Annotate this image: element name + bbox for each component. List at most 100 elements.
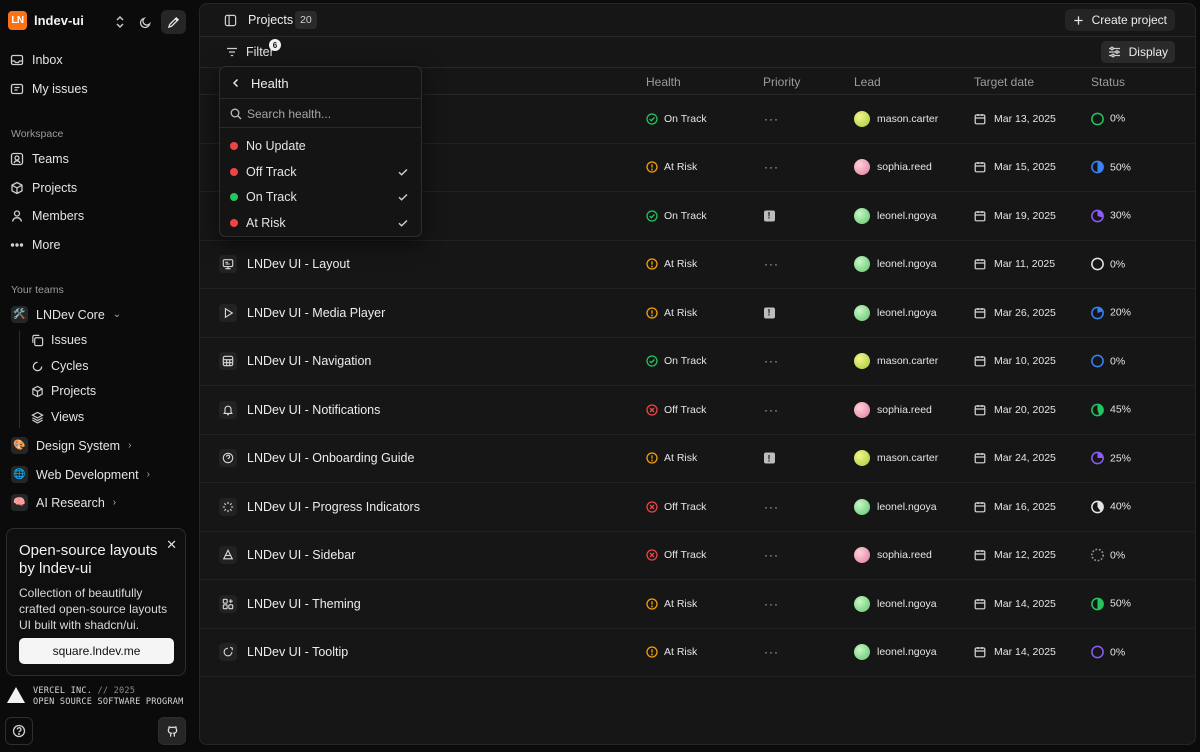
target-date-cell[interactable]: Mar 20, 2025	[974, 404, 1056, 416]
team-design-system[interactable]: 🎨 Design System ›	[11, 437, 131, 454]
health-cell[interactable]: At Risk	[646, 452, 697, 464]
project-name-cell[interactable]: LNDev UI - Media Player	[219, 303, 385, 322]
lead-cell[interactable]: leonel.ngoya	[854, 595, 937, 612]
team-sub-views[interactable]: Views	[31, 410, 84, 424]
health-search-input[interactable]	[247, 105, 407, 122]
target-date-cell[interactable]: Mar 13, 2025	[974, 113, 1056, 125]
lead-cell[interactable]: sophia.reed	[854, 401, 932, 418]
priority-cell[interactable]: !	[764, 452, 775, 464]
team-ai-research[interactable]: 🧠 AI Research ›	[11, 494, 116, 511]
health-cell[interactable]: Off Track	[646, 501, 706, 513]
priority-cell[interactable]: ···	[764, 354, 779, 368]
priority-cell[interactable]: ···	[764, 645, 779, 659]
status-cell[interactable]: 50%	[1091, 597, 1131, 611]
lead-cell[interactable]: leonel.ngoya	[854, 256, 937, 273]
priority-cell[interactable]: !	[764, 307, 775, 319]
lead-cell[interactable]: mason.carter	[854, 353, 938, 370]
priority-cell[interactable]: ···	[764, 160, 779, 174]
display-button[interactable]: Display	[1100, 41, 1175, 63]
team-web-development[interactable]: 🌐 Web Development ›	[11, 466, 150, 483]
status-cell[interactable]: 0%	[1091, 354, 1125, 368]
help-button[interactable]	[5, 717, 33, 745]
status-cell[interactable]: 40%	[1091, 500, 1131, 514]
project-name-cell[interactable]: LNDev UI - Notifications	[219, 400, 380, 419]
lead-cell[interactable]: leonel.ngoya	[854, 304, 937, 321]
sidebar-item-members[interactable]: Members	[10, 209, 84, 223]
status-cell[interactable]: 0%	[1091, 645, 1125, 659]
project-name-cell[interactable]: LNDev UI - Tooltip	[219, 643, 348, 662]
lead-cell[interactable]: sophia.reed	[854, 547, 932, 564]
sidebar-item-teams[interactable]: Teams	[10, 152, 69, 166]
table-row[interactable]: LNDev UI - Progress Indicators Off Track…	[200, 483, 1195, 532]
health-option[interactable]: Off Track	[224, 160, 419, 184]
target-date-cell[interactable]: Mar 10, 2025	[974, 355, 1056, 367]
status-cell[interactable]: 50%	[1091, 160, 1131, 174]
health-cell[interactable]: At Risk	[646, 161, 697, 173]
nav-my-issues[interactable]: My issues	[10, 82, 88, 96]
lead-cell[interactable]: mason.carter	[854, 450, 938, 467]
project-name-cell[interactable]: LNDev UI - Navigation	[219, 352, 371, 371]
table-row[interactable]: LNDev UI - Notifications Off Track ··· s…	[200, 386, 1195, 435]
status-cell[interactable]: 0%	[1091, 112, 1125, 126]
status-cell[interactable]: 45%	[1091, 403, 1131, 417]
target-date-cell[interactable]: Mar 26, 2025	[974, 307, 1056, 319]
priority-cell[interactable]: ···	[764, 112, 779, 126]
table-row[interactable]: LNDev UI - Sidebar Off Track ··· sophia.…	[200, 532, 1195, 580]
sidebar-item-projects[interactable]: Projects	[10, 181, 77, 195]
column-header-health[interactable]: Health	[646, 75, 681, 89]
lead-cell[interactable]: mason.carter	[854, 110, 938, 127]
column-header-target-date[interactable]: Target date	[974, 75, 1034, 89]
target-date-cell[interactable]: Mar 24, 2025	[974, 452, 1056, 464]
target-date-cell[interactable]: Mar 14, 2025	[974, 598, 1056, 610]
project-name-cell[interactable]: LNDev UI - Layout	[219, 255, 350, 274]
priority-cell[interactable]: ···	[764, 403, 779, 417]
project-name-cell[interactable]: LNDev UI - Onboarding Guide	[219, 449, 414, 468]
health-cell[interactable]: On Track	[646, 355, 707, 367]
priority-cell[interactable]: ···	[764, 548, 779, 562]
close-icon[interactable]: ✕	[166, 537, 177, 553]
health-cell[interactable]: Off Track	[646, 549, 706, 561]
health-cell[interactable]: At Risk	[646, 258, 697, 270]
status-cell[interactable]: 25%	[1091, 451, 1131, 465]
team-sub-projects[interactable]: Projects	[31, 384, 96, 398]
lead-cell[interactable]: leonel.ngoya	[854, 644, 937, 661]
health-cell[interactable]: Off Track	[646, 404, 706, 416]
health-cell[interactable]: On Track	[646, 210, 707, 222]
workspace-switcher[interactable]: LN lndev-ui	[8, 11, 84, 30]
project-name-cell[interactable]: LNDev UI - Theming	[219, 594, 361, 613]
sidebar-item-more[interactable]: More	[10, 238, 60, 252]
target-date-cell[interactable]: Mar 12, 2025	[974, 549, 1056, 561]
chevrons-updown-icon[interactable]	[112, 14, 128, 30]
table-row[interactable]: LNDev UI - Onboarding Guide At Risk ! ma…	[200, 435, 1195, 483]
column-header-lead[interactable]: Lead	[854, 75, 881, 89]
team-sub-issues[interactable]: Issues	[31, 333, 87, 347]
priority-cell[interactable]: ···	[764, 500, 779, 514]
table-row[interactable]: LNDev UI - Tooltip At Risk ··· leonel.ng…	[200, 629, 1195, 677]
health-cell[interactable]: At Risk	[646, 307, 697, 319]
project-name-cell[interactable]: LNDev UI - Sidebar	[219, 546, 355, 565]
target-date-cell[interactable]: Mar 11, 2025	[974, 258, 1055, 270]
back-arrow-icon[interactable]	[229, 76, 243, 90]
column-header-priority[interactable]: Priority	[763, 75, 800, 89]
lead-cell[interactable]: leonel.ngoya	[854, 498, 937, 515]
column-header-status[interactable]: Status	[1091, 75, 1125, 89]
table-row[interactable]: LNDev UI - Navigation On Track ··· mason…	[200, 338, 1195, 386]
status-cell[interactable]: 30%	[1091, 209, 1131, 223]
filter-button[interactable]: Filter	[226, 45, 274, 59]
target-date-cell[interactable]: Mar 19, 2025	[974, 210, 1056, 222]
priority-cell[interactable]: ···	[764, 257, 779, 271]
priority-cell[interactable]: !	[764, 210, 775, 222]
health-option[interactable]: On Track	[224, 185, 419, 209]
team-sub-cycles[interactable]: Cycles	[31, 359, 89, 373]
lead-cell[interactable]: leonel.ngoya	[854, 207, 937, 224]
team-lndev-core[interactable]: 🛠️ LNDev Core ⌄	[11, 306, 121, 323]
health-cell[interactable]: At Risk	[646, 646, 697, 658]
new-issue-button[interactable]	[161, 10, 186, 34]
moon-icon[interactable]	[136, 13, 154, 31]
lead-cell[interactable]: sophia.reed	[854, 159, 932, 176]
create-project-button[interactable]: Create project	[1064, 9, 1175, 31]
target-date-cell[interactable]: Mar 14, 2025	[974, 646, 1056, 658]
health-cell[interactable]: At Risk	[646, 598, 697, 610]
sidebar-toggle-icon[interactable]	[222, 12, 238, 28]
project-name-cell[interactable]: LNDev UI - Progress Indicators	[219, 497, 420, 516]
